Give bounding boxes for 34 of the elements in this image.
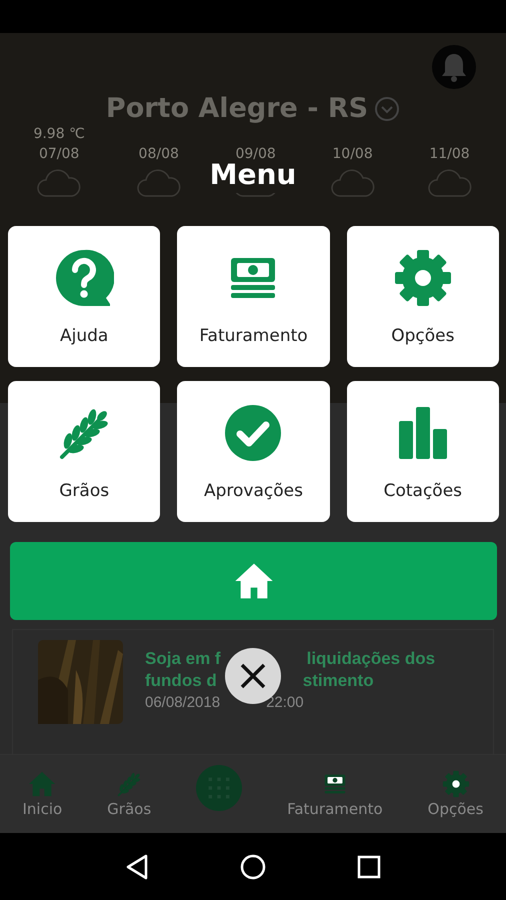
gear-icon xyxy=(392,248,453,308)
back-icon[interactable] xyxy=(125,854,150,880)
date-text: 09/08 xyxy=(235,146,276,162)
news-title-fragment: fundos d xyxy=(145,670,217,692)
menu-card[interactable]: Cotações xyxy=(346,381,499,522)
nav-tab[interactable]: Opções xyxy=(428,770,484,818)
date-text: 11/08 xyxy=(429,146,470,162)
nav-tab[interactable]: Inicio xyxy=(22,770,62,818)
home-circle-icon[interactable] xyxy=(240,854,266,880)
news-time-text: 22:00 xyxy=(266,693,304,713)
date-text: 10/08 xyxy=(332,146,373,162)
menu-title: Menu xyxy=(210,161,296,189)
bell-icon xyxy=(441,52,467,82)
help-icon xyxy=(54,248,114,308)
home-icon xyxy=(234,561,274,601)
home-icon xyxy=(28,770,56,798)
nav-tab[interactable]: Faturamento xyxy=(287,770,383,818)
news-date-text: 06/08/2018 xyxy=(145,693,220,713)
close-icon xyxy=(239,662,267,690)
date-text: 08/08 xyxy=(138,146,179,162)
check-icon xyxy=(223,402,284,462)
date-text: 07/08 xyxy=(38,146,80,162)
menu-card[interactable]: Opções xyxy=(346,226,499,367)
news-title-fragment: stimento xyxy=(302,670,374,692)
menu-card[interactable]: Grãos xyxy=(8,381,160,522)
menu-card[interactable]: Faturamento xyxy=(177,226,330,367)
menu-card[interactable]: Aprovações xyxy=(177,381,330,522)
news-title-fragment: liquidações dos xyxy=(306,648,436,670)
nav-tab[interactable]: Grãos xyxy=(107,770,152,818)
news-title-fragment: Soja em f xyxy=(145,648,221,670)
gear-icon xyxy=(442,770,470,798)
temperature-text: 9.98 ℃ xyxy=(33,126,85,144)
menu-card[interactable]: Ajuda xyxy=(8,226,160,367)
recents-icon[interactable] xyxy=(356,854,381,878)
